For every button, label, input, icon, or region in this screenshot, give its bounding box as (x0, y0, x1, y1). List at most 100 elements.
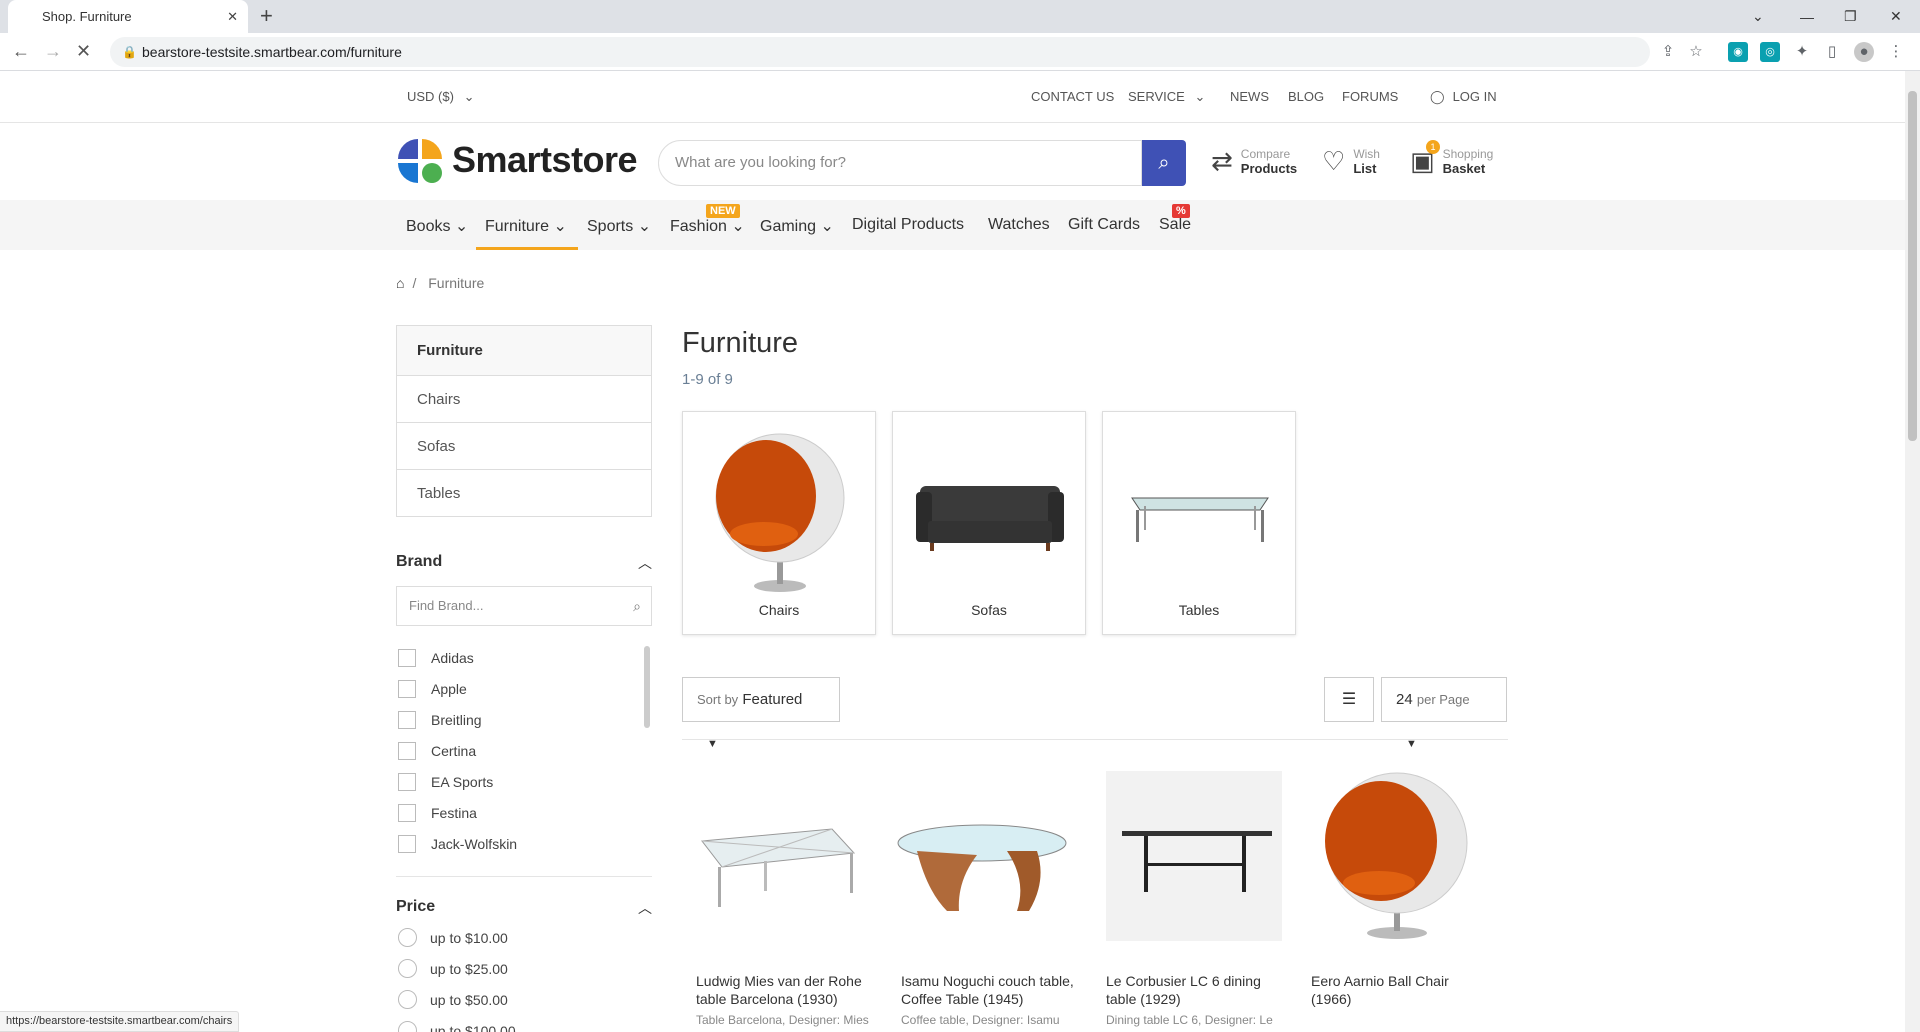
currency-selector[interactable]: USD ($) ⌄ (407, 89, 474, 105)
shopping-basket-link[interactable]: ▣ 1 Shopping Basket (1410, 140, 1493, 177)
brand-list-scrollbar[interactable] (644, 646, 650, 728)
nav-item-sports[interactable]: Sports ⌄ (587, 216, 651, 236)
search-button[interactable]: ⌕ (1142, 140, 1186, 186)
nav-item-digital-products[interactable]: Digital Products (852, 216, 964, 234)
side-panel-icon[interactable]: ▯ (1822, 42, 1842, 62)
profile-avatar-icon[interactable]: ● (1854, 42, 1874, 62)
nav-item-watches[interactable]: Watches (988, 216, 1050, 234)
checkbox[interactable] (398, 649, 416, 667)
chevron-up-icon[interactable]: ︿ (638, 553, 652, 573)
search-input[interactable]: What are you looking for? (658, 140, 1142, 186)
price-radio-25[interactable]: up to $25.00 (398, 959, 508, 978)
wish-list-link[interactable]: ♡ Wish List (1322, 146, 1380, 177)
back-icon[interactable]: ← (12, 41, 30, 62)
browser-menu-icon[interactable]: ⋮ (1886, 42, 1906, 62)
product-card[interactable]: Eero Aarnio Ball Chair (1966) (1297, 771, 1487, 1012)
checkbox[interactable] (398, 835, 416, 853)
brand-checkbox-breitling[interactable]: Breitling (398, 711, 482, 729)
nav-item-fashion[interactable]: Fashion ⌄ (670, 216, 745, 236)
price-radio-100[interactable]: up to $100.00 (398, 1021, 516, 1032)
product-card[interactable]: Isamu Noguchi couch table, Coffee Table … (887, 771, 1077, 1032)
page-scrollbar[interactable] (1905, 71, 1920, 1032)
product-image (1106, 771, 1282, 941)
login-link[interactable]: ◯ LOG IN (1430, 89, 1497, 105)
breadcrumb-current[interactable]: Furniture (428, 275, 484, 291)
active-nav-indicator (476, 247, 578, 250)
category-list: Furniture Chairs Sofas Tables (396, 325, 652, 517)
chevron-down-icon: ⌄ (731, 218, 745, 235)
stop-loading-icon[interactable]: ✕ (76, 41, 91, 62)
subcategory-card-tables[interactable]: Tables (1102, 411, 1296, 635)
compare-products-link[interactable]: ⇄ Compare Products (1211, 146, 1297, 177)
product-name[interactable]: Ludwig Mies van der Rohe table Barcelona… (682, 972, 872, 1008)
product-name[interactable]: Isamu Noguchi couch table, Coffee Table … (887, 972, 1077, 1008)
tab-close-icon[interactable]: ✕ (227, 9, 238, 25)
logo[interactable]: Smartstore (396, 137, 638, 183)
product-image (897, 824, 1067, 911)
brand-search-input[interactable]: Find Brand... ⌕ (396, 586, 652, 626)
price-radio-10[interactable]: up to $10.00 (398, 928, 508, 947)
checkbox[interactable] (398, 804, 416, 822)
checkbox[interactable] (398, 773, 416, 791)
chevron-up-icon[interactable]: ︿ (638, 898, 652, 918)
sort-dropdown[interactable]: Sort by Featured ▼ (682, 677, 840, 750)
brand-checkbox-certina[interactable]: Certina (398, 742, 476, 760)
product-card[interactable]: Le Corbusier LC 6 dining table (1929) Di… (1092, 771, 1282, 1032)
scrollbar-thumb[interactable] (1908, 91, 1917, 441)
nav-item-furniture[interactable]: Furniture ⌄ (485, 216, 567, 236)
extensions-puzzle-icon[interactable]: ✦ (1792, 42, 1812, 62)
news-link[interactable]: NEWS (1230, 89, 1269, 104)
nav-item-books[interactable]: Books ⌄ (406, 216, 468, 236)
url-field[interactable]: 🔒 bearstore-testsite.smartbear.com/furni… (110, 37, 1650, 67)
nav-item-gift-cards[interactable]: Gift Cards (1068, 216, 1140, 234)
tab-search-icon[interactable]: ⌄ (1752, 0, 1764, 33)
nav-label: Gaming (760, 218, 817, 235)
new-tab-button[interactable]: + (260, 4, 273, 28)
window-close-button[interactable]: ✕ (1890, 0, 1902, 33)
service-menu[interactable]: SERVICE ⌄ (1128, 89, 1205, 105)
minimize-button[interactable]: — (1800, 0, 1814, 33)
contact-us-link[interactable]: CONTACT US (1031, 89, 1114, 104)
subcategory-card-sofas[interactable]: Sofas (892, 411, 1086, 635)
radio[interactable] (398, 959, 417, 978)
category-item-tables[interactable]: Tables (397, 469, 651, 516)
checkbox[interactable] (398, 711, 416, 729)
brand-facet-title[interactable]: Brand (396, 553, 442, 571)
forward-icon[interactable]: → (44, 41, 62, 62)
price-radio-50[interactable]: up to $50.00 (398, 990, 508, 1009)
nav-item-gaming[interactable]: Gaming ⌄ (760, 216, 834, 236)
product-name[interactable]: Eero Aarnio Ball Chair (1966) (1297, 972, 1487, 1008)
product-name[interactable]: Le Corbusier LC 6 dining table (1929) (1092, 972, 1282, 1008)
brand-checkbox-ea-sports[interactable]: EA Sports (398, 773, 493, 791)
nav-label: Furniture (485, 218, 550, 235)
category-item-furniture[interactable]: Furniture (397, 326, 651, 375)
home-icon[interactable]: ⌂ (396, 275, 404, 291)
extension-2-icon[interactable]: ◎ (1760, 42, 1780, 62)
per-page-dropdown[interactable]: 24 per Page ▼ (1381, 677, 1507, 750)
brand-checkbox-jack-wolfskin[interactable]: Jack-Wolfskin (398, 835, 517, 853)
brand-checkbox-adidas[interactable]: Adidas (398, 649, 474, 667)
brand-checkbox-apple[interactable]: Apple (398, 680, 467, 698)
browser-tab[interactable]: Shop. Furniture ✕ (8, 0, 248, 33)
category-item-sofas[interactable]: Sofas (397, 422, 651, 469)
price-facet-title[interactable]: Price (396, 898, 435, 916)
blog-link[interactable]: BLOG (1288, 89, 1324, 104)
extension-1-icon[interactable]: ◉ (1728, 42, 1748, 62)
category-item-chairs[interactable]: Chairs (397, 375, 651, 422)
nav-item-sale[interactable]: Sale (1159, 216, 1191, 234)
checkbox[interactable] (398, 680, 416, 698)
product-card[interactable]: Ludwig Mies van der Rohe table Barcelona… (682, 771, 872, 1032)
brand-checkbox-festina[interactable]: Festina (398, 804, 477, 822)
radio[interactable] (398, 928, 417, 947)
forums-link[interactable]: FORUMS (1342, 89, 1398, 104)
bookmark-star-icon[interactable]: ☆ (1686, 42, 1706, 62)
subcategory-card-chairs[interactable]: Chairs (682, 411, 876, 635)
share-icon[interactable]: ⇪ (1658, 42, 1678, 62)
checkbox[interactable] (398, 742, 416, 760)
chevron-down-icon: ⌄ (1194, 89, 1206, 104)
radio[interactable] (398, 1021, 417, 1032)
list-view-button[interactable]: ☰ (1324, 677, 1374, 722)
restore-button[interactable]: ❐ (1844, 0, 1857, 33)
sort-prefix: Sort by (697, 692, 739, 707)
radio[interactable] (398, 990, 417, 1009)
